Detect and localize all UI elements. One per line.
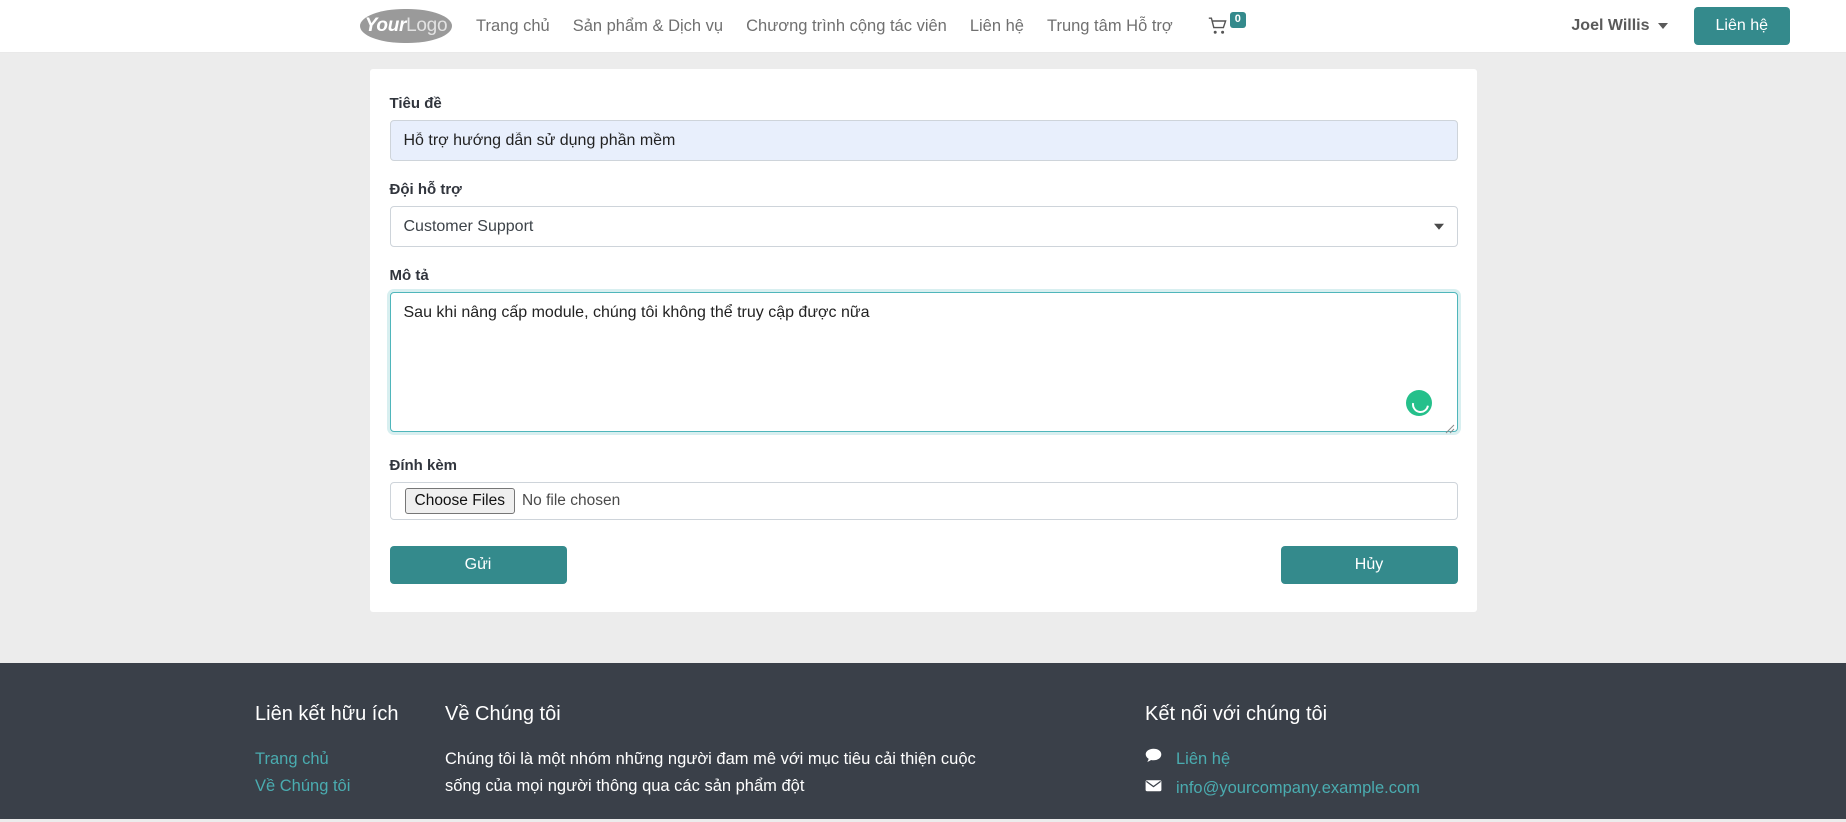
footer-connect-column: Kết nối với chúng tôi Liên hệ info@yourc… [1145,703,1565,803]
top-navbar: YourLogo Trang chủ Sản phẩm & Dịch vụ Ch… [0,0,1846,53]
logo-text-primary: Your [365,15,406,36]
submit-button[interactable]: Gửi [390,546,567,584]
file-input[interactable]: Choose Files No file chosen [390,482,1458,520]
footer-contact-link[interactable]: Liên hệ [1176,746,1230,773]
envelope-icon [1145,775,1162,801]
chevron-down-icon [1658,23,1668,29]
description-field-group: Mô tả [390,267,1458,437]
footer-about-heading: Về Chúng tôi [445,703,1015,726]
title-field-group: Tiêu đề [390,95,1458,161]
chat-bubble-icon [1145,746,1162,772]
loading-spinner-icon[interactable] [1406,390,1432,416]
main-nav: Trang chủ Sản phẩm & Dịch vụ Chương trìn… [476,18,1173,35]
ticket-form-card: Tiêu đề Đội hỗ trợ Customer Support Mô t… [370,69,1477,612]
user-name-label: Joel Willis [1571,17,1649,35]
cart-count-badge: 0 [1230,12,1246,28]
page-body: Tiêu đề Đội hỗ trợ Customer Support Mô t… [0,53,1846,663]
footer-email-link[interactable]: info@yourcompany.example.com [1176,775,1420,802]
cancel-button[interactable]: Hủy [1281,546,1458,584]
nav-item-support-center[interactable]: Trung tâm Hỗ trợ [1047,18,1173,35]
team-label: Đội hỗ trợ [390,181,1458,198]
no-file-chosen-label: No file chosen [522,492,620,510]
description-label: Mô tả [390,267,1458,284]
logo-shape-icon: YourLogo [360,9,452,43]
cart-button[interactable]: 0 [1208,17,1246,35]
footer-contact-row: Liên hệ [1145,746,1565,773]
attachment-field-group: Đính kèm Choose Files No file chosen [390,457,1458,520]
choose-files-button[interactable]: Choose Files [405,488,515,515]
support-team-select[interactable]: Customer Support [390,206,1458,247]
footer-link-about-us[interactable]: Về Chúng tôi [255,773,445,800]
user-menu-dropdown[interactable]: Joel Willis [1571,17,1667,35]
contact-button[interactable]: Liên hệ [1694,7,1791,45]
ticket-form: Tiêu đề Đội hỗ trợ Customer Support Mô t… [390,95,1458,584]
footer-links-heading: Liên kết hữu ích [255,703,445,726]
footer-email-row: info@yourcompany.example.com [1145,775,1565,802]
attachment-label: Đính kèm [390,457,1458,474]
shopping-cart-icon [1208,17,1228,35]
footer-about-text: Chúng tôi là một nhóm những người đam mê… [445,746,1015,799]
nav-item-products-services[interactable]: Sản phẩm & Dịch vụ [573,18,723,35]
footer-link-home[interactable]: Trang chủ [255,746,445,773]
team-field-group: Đội hỗ trợ Customer Support [390,181,1458,247]
title-label: Tiêu đề [390,95,1458,112]
nav-item-contact[interactable]: Liên hệ [970,18,1024,35]
brand-logo[interactable]: YourLogo [360,0,452,52]
form-actions: Gửi Hủy [390,546,1458,584]
nav-item-home[interactable]: Trang chủ [476,18,550,35]
navbar-right-group: Joel Willis Liên hệ [1571,7,1790,45]
nav-item-affiliate-program[interactable]: Chương trình cộng tác viên [746,18,947,35]
footer-about-column: Về Chúng tôi Chúng tôi là một nhóm những… [445,703,1015,803]
footer-useful-links-column: Liên kết hữu ích Trang chủ Về Chúng tôi [255,703,445,803]
description-textarea[interactable] [390,292,1458,432]
footer-connect-heading: Kết nối với chúng tôi [1145,703,1565,726]
site-footer: Liên kết hữu ích Trang chủ Về Chúng tôi … [0,663,1846,819]
logo-text-secondary: Logo [406,15,447,36]
title-input[interactable] [390,120,1458,161]
